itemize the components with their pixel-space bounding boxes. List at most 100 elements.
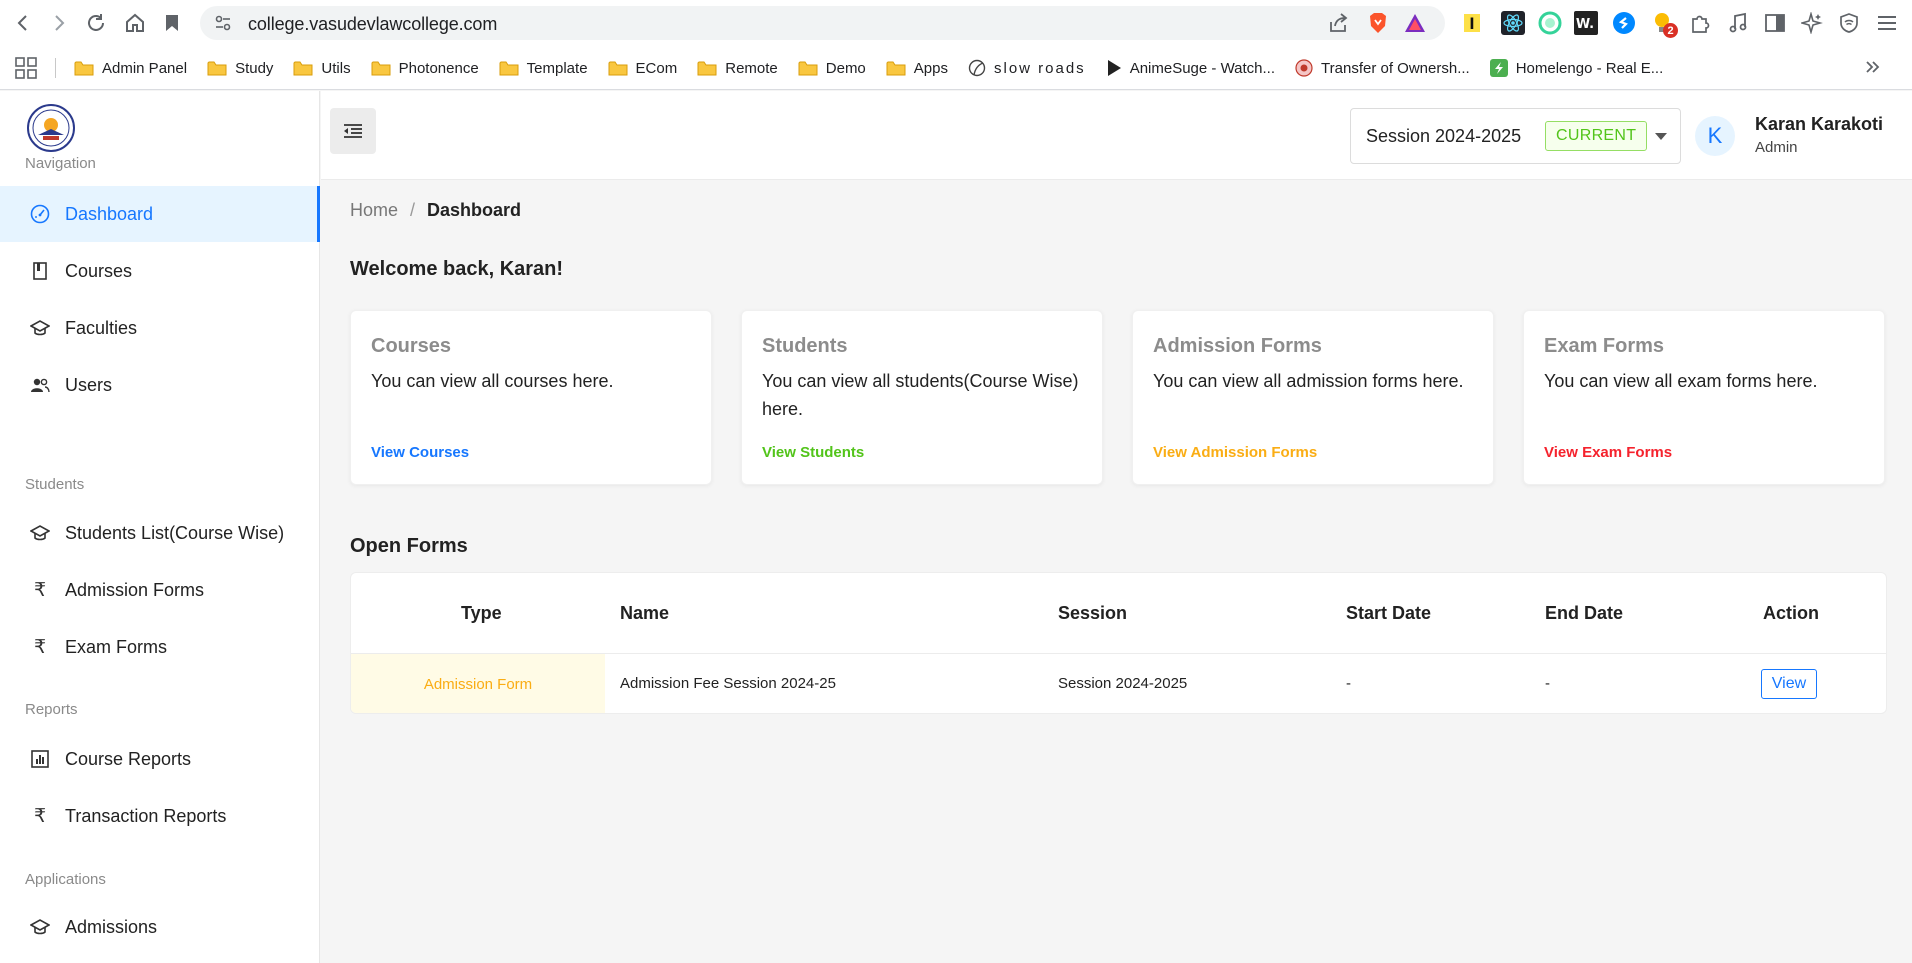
session-select[interactable]: Session 2024-2025 CURRENT — [1350, 108, 1681, 164]
bookmark-item[interactable]: Apps — [886, 60, 948, 77]
sidebar-item-label: Course Reports — [65, 748, 192, 769]
arrow-left-icon — [17, 15, 27, 31]
shazam-icon[interactable] — [1611, 10, 1637, 36]
sidebar-item-admission-forms[interactable]: ₹ Admission Forms — [0, 562, 320, 618]
share-icon[interactable] — [1327, 12, 1349, 34]
sidebar-item-label: Transaction Reports — [65, 805, 227, 826]
extension-icon[interactable]: l — [1459, 10, 1485, 36]
end-date-cell: - — [1545, 675, 1550, 692]
book-icon — [30, 261, 50, 281]
breadcrumb-separator: / — [410, 200, 416, 220]
sidebar-item-label: Users — [65, 374, 113, 395]
more-bookmarks-icon[interactable] — [1864, 58, 1882, 76]
page-title: Welcome back, Karan! — [350, 258, 564, 280]
sidebar-item-courses[interactable]: Courses — [0, 243, 320, 299]
nav-section-applications: Applications — [25, 871, 106, 888]
reload-button[interactable] — [82, 9, 110, 37]
extensions-puzzle-icon[interactable] — [1687, 10, 1713, 36]
college-logo[interactable] — [26, 103, 76, 153]
vpn-shield-icon[interactable] — [1836, 10, 1862, 36]
sidebar-collapse-button[interactable] — [330, 108, 376, 154]
back-button[interactable] — [9, 9, 37, 37]
apps-grid-icon[interactable] — [14, 56, 38, 80]
bookmark-item[interactable]: Study — [207, 60, 273, 77]
svg-text:l: l — [1469, 15, 1474, 33]
bookmark-label: Transfer of Ownersh... — [1321, 59, 1470, 77]
ai-sparkle-icon[interactable] — [1799, 10, 1825, 36]
sidebar-item-label: Dashboard — [65, 203, 154, 224]
bookmark-button[interactable] — [158, 9, 186, 37]
bookmark-item[interactable]: Template — [499, 60, 588, 77]
breadcrumb-home-link[interactable]: Home — [350, 200, 398, 221]
bookmark-item[interactable]: Utils — [293, 60, 351, 77]
rupee-icon: ₹ — [33, 636, 47, 658]
media-music-icon[interactable] — [1725, 10, 1751, 36]
view-courses-link[interactable]: View Courses — [371, 444, 469, 461]
folder-icon — [293, 60, 313, 77]
bookmark-label: ECom — [635, 59, 678, 77]
folder-icon — [74, 60, 94, 77]
bookmark-item[interactable]: Demo — [798, 60, 866, 77]
lightbulb-extension-icon[interactable]: 2 — [1649, 10, 1678, 38]
brave-shield-icon[interactable] — [1367, 11, 1389, 35]
sidebar-item-admissions[interactable]: Admissions — [0, 899, 320, 955]
sidebar-item-exam-forms[interactable]: ₹ Exam Forms — [0, 619, 320, 675]
column-header-type: Type — [461, 603, 502, 623]
view-form-button[interactable]: View — [1761, 669, 1817, 699]
user-role: Admin — [1755, 139, 1798, 156]
menu-icon[interactable] — [1874, 10, 1900, 36]
address-bar[interactable]: college.vasudevlawcollege.com — [200, 6, 1445, 40]
forward-button[interactable] — [45, 9, 73, 37]
bookmark-label: slow roads — [993, 59, 1086, 77]
color-picker-extension-icon[interactable] — [1537, 10, 1563, 36]
sidebar-item-course-reports[interactable]: Course Reports — [0, 731, 320, 787]
card-title: Admission Forms — [1153, 335, 1322, 357]
home-button[interactable] — [121, 9, 149, 37]
view-admission-forms-link[interactable]: View Admission Forms — [1153, 444, 1317, 461]
site-info-icon[interactable] — [214, 14, 232, 32]
bookmark-label: Study — [235, 59, 274, 77]
user-name[interactable]: Karan Karakoti — [1755, 114, 1883, 135]
view-exam-forms-link[interactable]: View Exam Forms — [1544, 444, 1672, 461]
start-date-cell: - — [1346, 675, 1351, 692]
react-devtools-icon[interactable] — [1500, 10, 1526, 36]
wappalyzer-icon[interactable]: W. — [1573, 10, 1599, 36]
session-selected-value: Session 2024-2025 — [1366, 126, 1522, 146]
bookmark-item[interactable]: slow roads — [968, 59, 1086, 77]
avatar[interactable]: K — [1695, 116, 1735, 156]
url-text[interactable]: college.vasudevlawcollege.com — [248, 14, 497, 35]
card-description: You can view all exam forms here. — [1544, 371, 1818, 391]
breadcrumb-current: Dashboard — [427, 200, 522, 220]
open-forms-title: Open Forms — [350, 535, 468, 557]
sidebar-item-students-list[interactable]: Students List(Course Wise) — [0, 505, 320, 561]
sidebar-item-users[interactable]: Users — [0, 357, 320, 413]
sidebar-item-label: Students List(Course Wise) — [65, 522, 285, 543]
card-title: Exam Forms — [1544, 335, 1665, 357]
folder-icon — [697, 60, 717, 77]
card-description: You can view all students(Course Wise) h… — [762, 371, 1079, 419]
bookmark-item[interactable]: Homelengo - Real E... — [1489, 59, 1663, 77]
brave-rewards-icon[interactable] — [1403, 12, 1427, 34]
bookmark-item[interactable]: Transfer of Ownersh... — [1295, 59, 1470, 77]
bookmark-item[interactable]: ECom — [608, 59, 678, 77]
column-header-action: Action — [1763, 603, 1819, 623]
folder-icon — [499, 60, 519, 77]
sidebar-item-label: Admission Forms — [65, 579, 205, 600]
bookmark-item[interactable]: Remote — [697, 60, 778, 77]
rupee-icon: ₹ — [33, 579, 47, 601]
breadcrumb: Home / Dashboard — [350, 200, 521, 221]
sidebar-item-transaction-reports[interactable]: ₹ Transaction Reports — [0, 788, 320, 844]
sidebar-toggle-icon[interactable] — [1762, 10, 1788, 36]
form-type-cell: Admission Form — [351, 654, 605, 713]
sidebar-item-dashboard[interactable]: Dashboard — [0, 186, 320, 242]
view-students-link[interactable]: View Students — [762, 444, 864, 461]
browser-toolbar: college.vasudevlawcollege.com l W. 2 — [0, 0, 1912, 46]
bookmark-item[interactable]: Photonence — [371, 60, 479, 77]
sidebar-item-faculties[interactable]: Faculties — [0, 300, 320, 356]
courses-card: Courses You can view all courses here. V… — [350, 310, 712, 485]
card-description: You can view all courses here. — [371, 371, 614, 391]
bookmark-item[interactable]: AnimeSuge - Watch... — [1106, 59, 1275, 77]
bookmark-item[interactable]: Admin Panel — [74, 60, 187, 77]
menu-fold-icon — [344, 124, 362, 138]
bookmark-label: Apps — [913, 59, 948, 77]
